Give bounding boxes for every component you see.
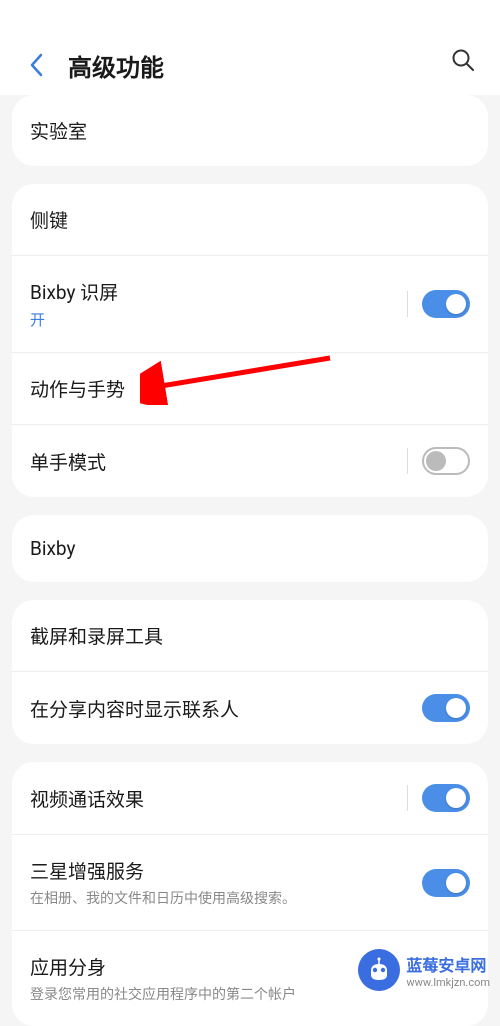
share-contacts-label: 在分享内容时显示联系人 [30,695,422,722]
bixby-vision-label: Bixby 识屏 [30,278,407,305]
row-labs[interactable]: 实验室 [12,95,488,166]
row-bixby-vision[interactable]: Bixby 识屏 开 [12,256,488,353]
watermark: 蓝莓安卓网 www.lmkjzn.com [358,949,490,991]
samsung-enhance-sub: 在相册、我的文件和日历中使用高级搜索。 [30,888,422,908]
section-screenshot-group: 截屏和录屏工具 在分享内容时显示联系人 [12,600,488,744]
bixby-vision-toggle[interactable] [422,290,470,318]
row-screenshot[interactable]: 截屏和录屏工具 [12,600,488,672]
row-motion-gestures[interactable]: 动作与手势 [12,353,488,425]
watermark-icon [358,949,400,991]
watermark-url: www.lmkjzn.com [406,976,490,989]
bixby-vision-status: 开 [30,309,407,330]
share-contacts-toggle[interactable] [422,694,470,722]
row-samsung-enhance[interactable]: 三星增强服务 在相册、我的文件和日历中使用高级搜索。 [12,835,488,931]
search-button[interactable] [448,45,478,75]
one-hand-toggle[interactable] [422,447,470,475]
section-side-key-group: 侧键 Bixby 识屏 开 动作与手势 单手模式 [12,184,488,497]
row-share-contacts[interactable]: 在分享内容时显示联系人 [12,672,488,744]
section-bixby: Bixby [12,515,488,582]
labs-label: 实验室 [30,117,470,144]
divider [407,291,408,317]
divider [407,448,408,474]
samsung-enhance-toggle[interactable] [422,869,470,897]
section-labs: 实验室 [12,95,488,166]
samsung-enhance-label: 三星增强服务 [30,857,422,884]
video-effect-label: 视频通话效果 [30,785,407,812]
row-side-key[interactable]: 侧键 [12,184,488,256]
row-video-effect[interactable]: 视频通话效果 [12,762,488,835]
divider [407,785,408,811]
header: 高级功能 [0,0,500,95]
row-bixby[interactable]: Bixby [12,515,488,582]
back-button[interactable] [22,51,50,79]
screenshot-label: 截屏和录屏工具 [30,622,470,649]
side-key-label: 侧键 [30,206,470,233]
bixby-label: Bixby [30,537,470,560]
chevron-left-icon [29,53,43,77]
page-title: 高级功能 [68,48,164,83]
video-effect-toggle[interactable] [422,784,470,812]
one-hand-label: 单手模式 [30,448,407,475]
search-icon [451,48,475,72]
watermark-title: 蓝莓安卓网 [406,952,490,976]
row-one-hand[interactable]: 单手模式 [12,425,488,497]
motion-label: 动作与手势 [30,375,470,402]
